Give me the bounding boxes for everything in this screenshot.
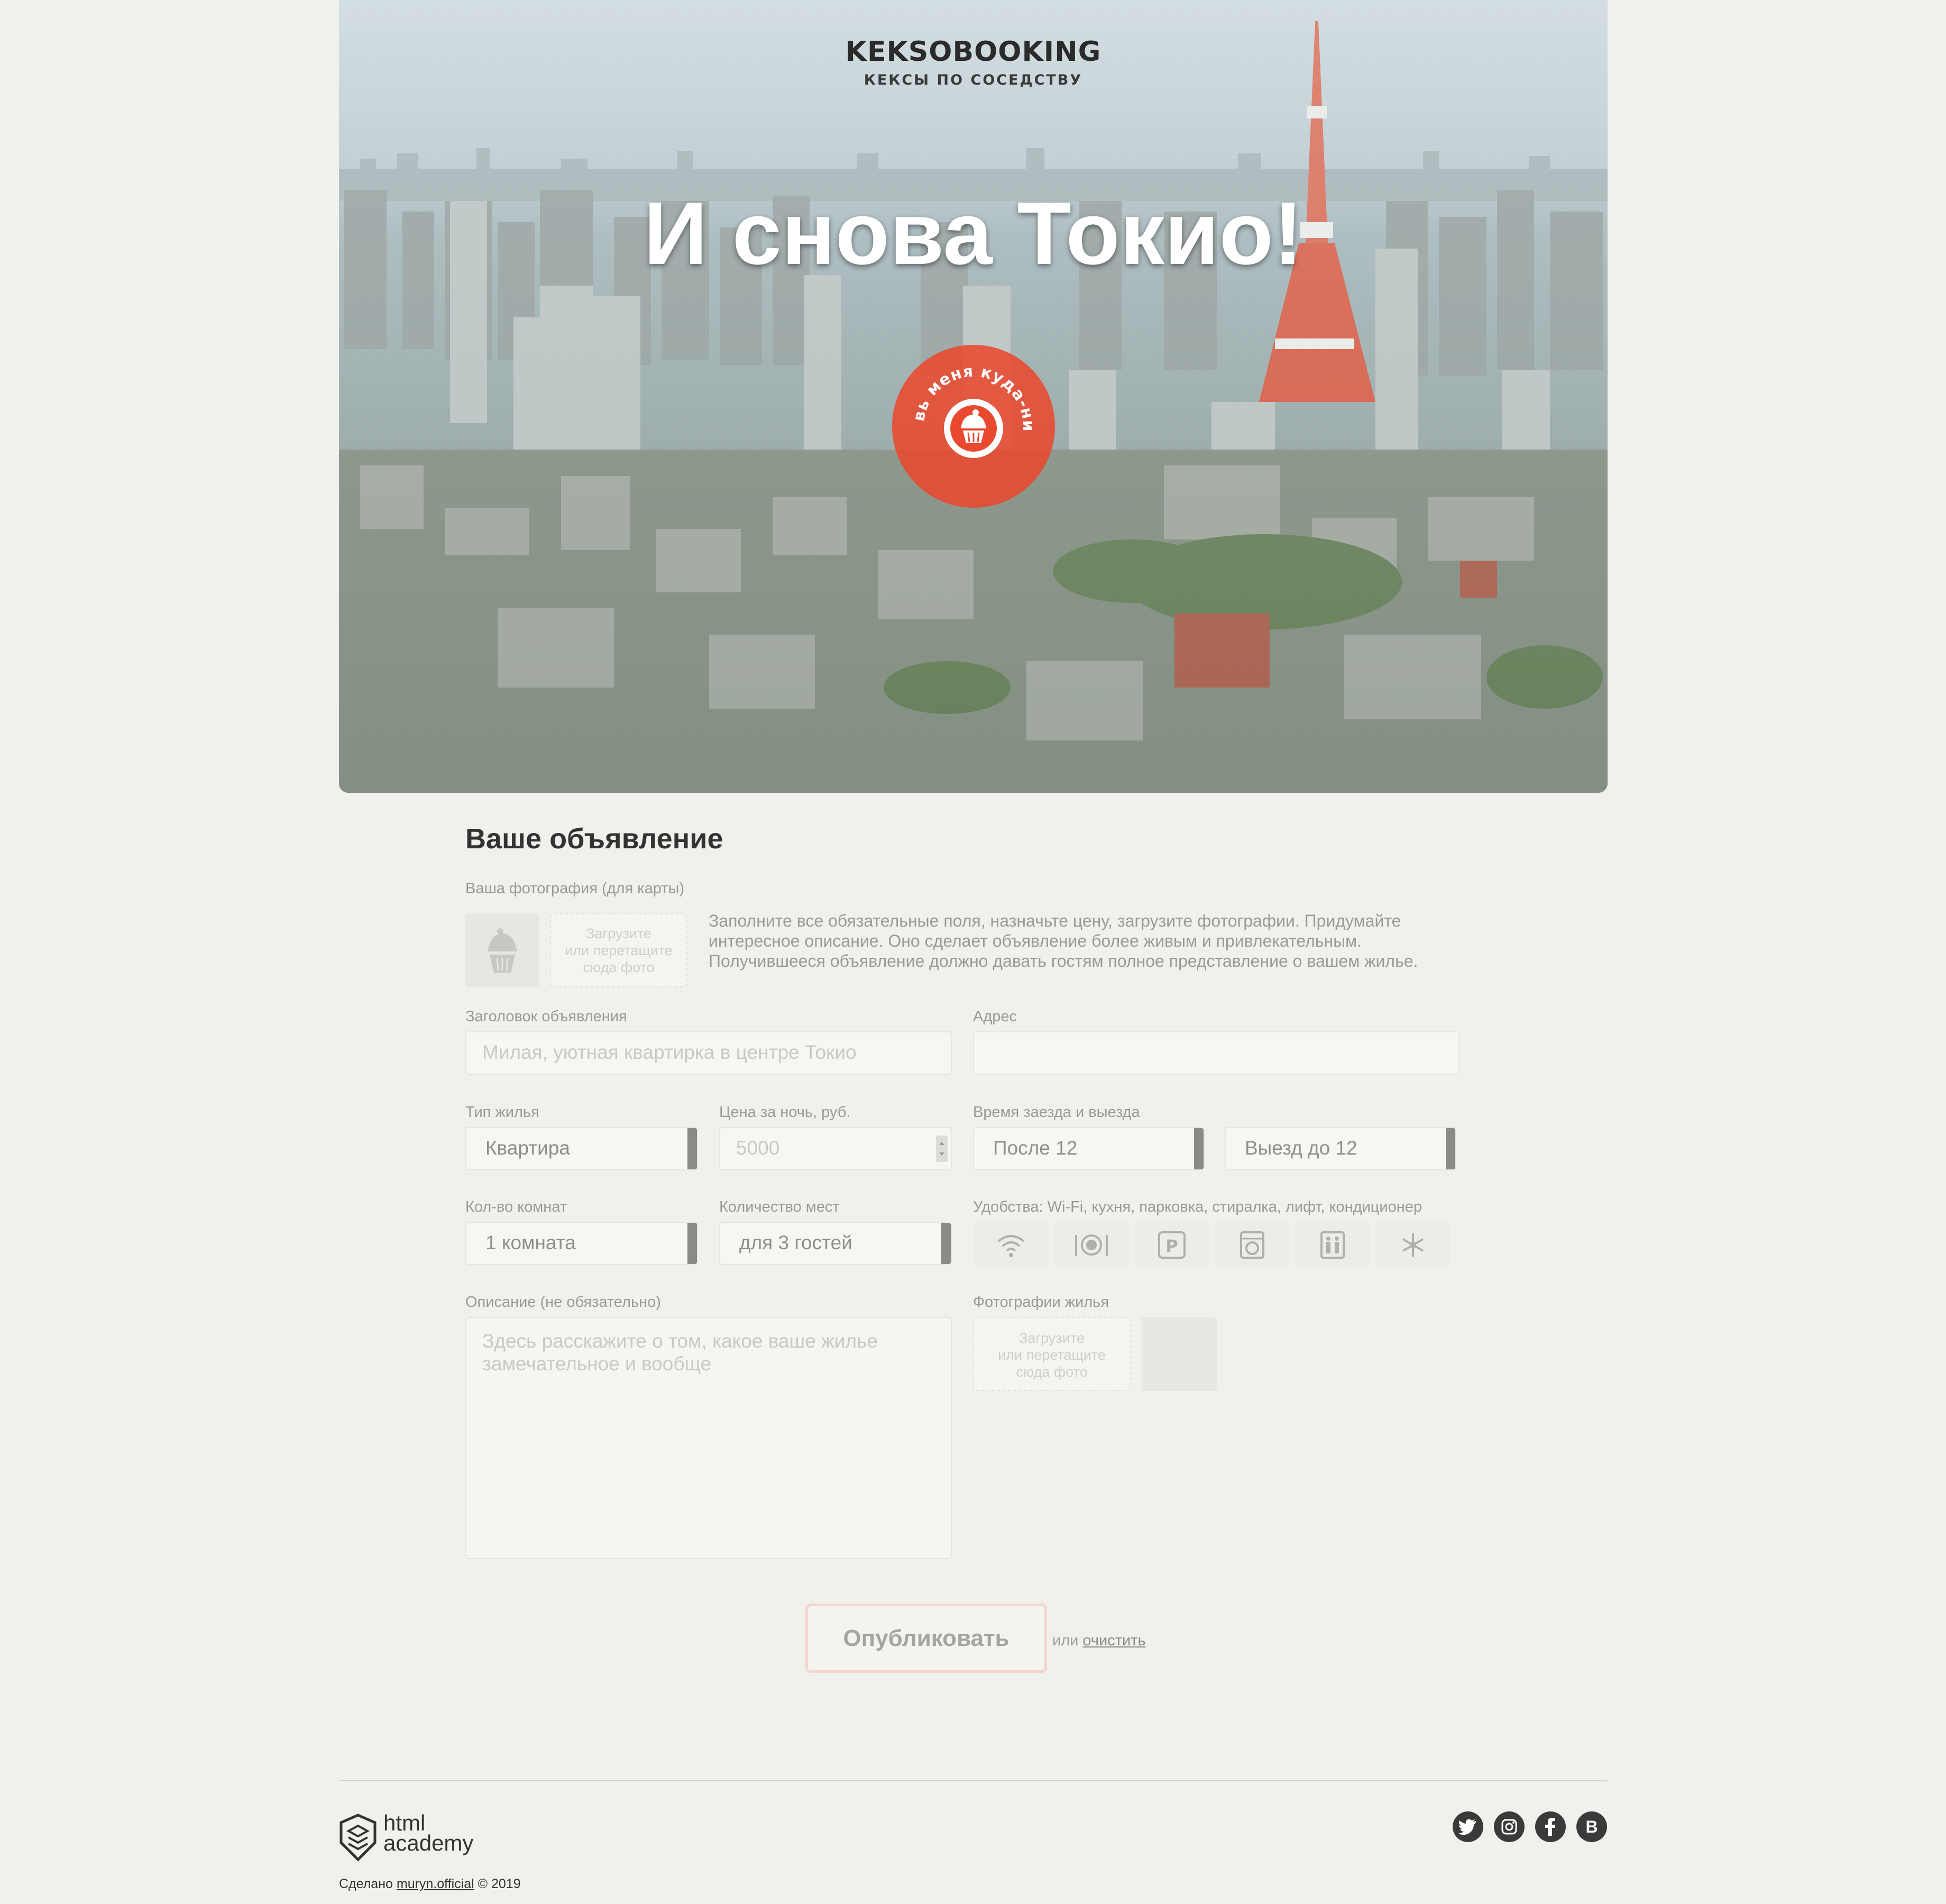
feature-kitchen[interactable] [1054, 1222, 1128, 1268]
vk-link[interactable]: B [1576, 1811, 1607, 1842]
rooms-select-value: 1 комната [485, 1232, 576, 1253]
avatar-preview [465, 913, 539, 987]
elevator-icon [1320, 1231, 1345, 1259]
dropzone-line: Загрузите [1019, 1330, 1085, 1346]
photos-label: Фотографии жилья [973, 1294, 1109, 1311]
time-label: Время заезда и выезда [973, 1104, 1140, 1121]
type-select[interactable]: Квартира [465, 1127, 698, 1170]
feature-washer[interactable] [1215, 1222, 1289, 1268]
or-text: или [1052, 1632, 1079, 1649]
parking-icon: P [1158, 1231, 1186, 1259]
description-textarea[interactable]: Здесь расскажите о том, какое ваше жилье… [465, 1317, 952, 1559]
description-label: Описание (не обязательно) [465, 1294, 661, 1311]
kitchen-icon [1075, 1234, 1108, 1256]
submit-button[interactable]: Опубликовать [805, 1604, 1047, 1673]
address-input[interactable] [973, 1031, 1460, 1075]
avatar-dropzone[interactable]: Загрузите или перетащите сюда фото [550, 913, 687, 987]
feature-wifi[interactable] [974, 1222, 1048, 1268]
cupcake-icon [944, 399, 1003, 458]
rooms-select[interactable]: 1 комната [465, 1222, 698, 1265]
reset-wrapper: или очистить [1052, 1632, 1146, 1650]
reset-link[interactable]: очистить [1082, 1632, 1145, 1649]
photo-preview [1142, 1317, 1217, 1391]
features-label: Удобства: Wi-Fi, кухня, парковка, стирал… [973, 1198, 1422, 1215]
brand-name: KEKSOBOOKING [845, 36, 1101, 68]
timein-select-value: После 12 [993, 1137, 1078, 1159]
washer-icon [1240, 1231, 1264, 1259]
academy-line: academy [383, 1830, 474, 1855]
feature-elevator[interactable] [1296, 1222, 1370, 1268]
price-input-placeholder: 5000 [736, 1137, 780, 1159]
timeout-select-value: Выезд до 12 [1245, 1137, 1357, 1159]
title-input[interactable]: Милая, уютная квартирка в центре Токио [465, 1031, 952, 1075]
dropzone-line: Загрузите [586, 926, 651, 941]
avatar-label: Ваша фотография (для карты) [465, 880, 685, 897]
vk-icon: B [1585, 1817, 1598, 1836]
instagram-icon [1501, 1819, 1517, 1835]
timein-select[interactable]: После 12 [973, 1127, 1205, 1170]
hero-title: И снова Токио! [644, 184, 1303, 283]
chevron-down-icon [1194, 1128, 1204, 1169]
cupcake-placeholder-icon [488, 928, 517, 973]
academy-shield-icon [339, 1814, 377, 1862]
photos-dropzone[interactable]: Загрузите или перетащите сюда фото [973, 1317, 1131, 1391]
made-by-text: Сделано [339, 1876, 393, 1891]
chevron-down-icon [1446, 1128, 1455, 1169]
facebook-icon [1545, 1818, 1555, 1836]
timeout-select[interactable]: Выезд до 12 [1225, 1127, 1456, 1170]
twitter-link[interactable] [1453, 1811, 1483, 1842]
html-academy-logo[interactable]: html academy [339, 1812, 473, 1864]
feature-parking[interactable]: P [1135, 1222, 1209, 1268]
brand-tagline: КЕКСЫ ПО СОСЕДСТВУ [864, 72, 1083, 88]
capacity-select[interactable]: для 3 гостей [719, 1222, 952, 1265]
dropzone-line: сюда фото [583, 959, 655, 975]
price-label: Цена за ночь, руб. [719, 1104, 851, 1121]
wifi-icon [997, 1235, 1025, 1257]
dropzone-line: или перетащите [565, 942, 673, 958]
feature-conditioner[interactable] [1376, 1222, 1450, 1268]
footer-divider [339, 1780, 1608, 1781]
title-label: Заголовок объявления [465, 1008, 627, 1025]
main-pin[interactable]: Поставь меня куда-нибудь [884, 329, 1056, 509]
copyright: Сделано muryn.official © 2019 [339, 1876, 521, 1892]
dropzone-line: сюда фото [1016, 1364, 1088, 1380]
copyright-year: © 2019 [478, 1876, 521, 1891]
instagram-link[interactable] [1494, 1811, 1525, 1842]
conditioner-icon [1402, 1233, 1424, 1257]
capacity-label: Количество мест [719, 1198, 840, 1215]
twitter-icon [1459, 1819, 1476, 1835]
number-stepper-icon[interactable] [936, 1136, 948, 1162]
chevron-down-icon [941, 1223, 951, 1264]
rooms-label: Кол-во комнат [465, 1198, 567, 1215]
form-hint: Заполните все обязательные поля, назначь… [709, 911, 1418, 971]
type-label: Тип жилья [465, 1104, 539, 1121]
capacity-select-value: для 3 гостей [739, 1232, 852, 1253]
facebook-link[interactable] [1535, 1811, 1566, 1842]
chevron-down-icon [687, 1128, 697, 1169]
address-label: Адрес [973, 1008, 1017, 1025]
author-link[interactable]: muryn.official [397, 1876, 474, 1891]
academy-wordmark: html academy [383, 1812, 474, 1855]
svg-text:P: P [1165, 1236, 1178, 1256]
dropzone-line: или перетащите [998, 1347, 1106, 1363]
logo: KEKSOBOOKING КЕКСЫ ПО СОСЕДСТВУ [339, 36, 1608, 88]
price-input[interactable]: 5000 [719, 1127, 952, 1170]
chevron-down-icon [687, 1223, 697, 1264]
type-select-value: Квартира [485, 1137, 570, 1159]
form-title: Ваше объявление [465, 823, 723, 855]
